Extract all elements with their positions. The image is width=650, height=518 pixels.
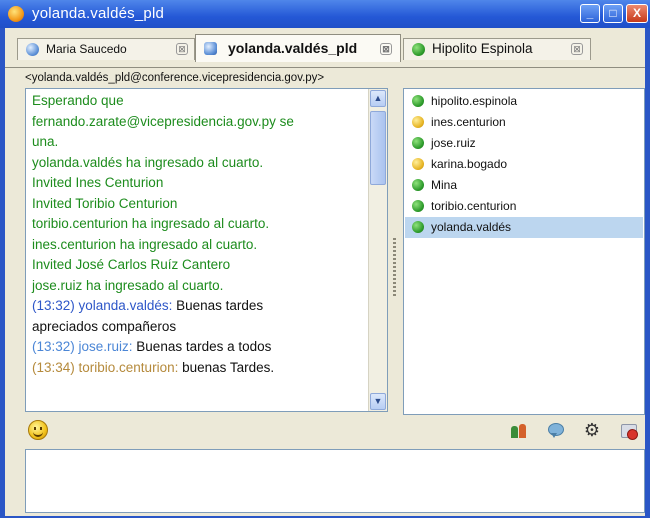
gear-icon[interactable]: ⚙ xyxy=(583,421,601,439)
occupant-item[interactable]: karina.bogado xyxy=(405,154,643,175)
status-online-icon xyxy=(412,137,424,149)
occupant-name: ines.centurion xyxy=(431,115,506,129)
chat-bubble-icon[interactable] xyxy=(547,421,565,439)
occupant-name: jose.ruiz xyxy=(431,136,476,150)
chat-line: Invited José Carlos Ruíz Cantero xyxy=(32,257,231,272)
chat-window: yolanda.valdés_pld _ □ X Maria Saucedo ⊠… xyxy=(0,0,650,518)
message-text: Buenas tardes xyxy=(172,298,264,313)
close-tab-icon[interactable]: ⊠ xyxy=(380,43,392,55)
status-away-icon xyxy=(412,158,424,170)
occupant-item[interactable]: hipolito.espinola xyxy=(405,91,643,112)
occupant-item[interactable]: yolanda.valdés xyxy=(405,217,643,238)
chat-line: ines.centurion ha ingresado al cuarto. xyxy=(32,236,258,252)
room-icon xyxy=(204,42,217,55)
occupant-item[interactable]: Mina xyxy=(405,175,643,196)
message-text: buenas Tardes. xyxy=(178,359,275,375)
chat-line: Invited Toribio Centurion xyxy=(32,195,178,211)
close-tab-icon[interactable]: ⊠ xyxy=(176,43,188,55)
chat-scrollbar[interactable]: ▲ ▼ xyxy=(368,89,387,411)
close-tab-icon[interactable]: ⊠ xyxy=(571,43,583,55)
chat-line: (13:32) yolanda.valdés: Buenas tardes xyxy=(32,296,362,317)
tab-label: Hipolito Espinola xyxy=(432,41,533,56)
message-sender: (13:32) yolanda.valdés: xyxy=(32,298,173,313)
status-online-icon xyxy=(412,200,424,212)
chat-line: (13:34) toribio.centurion: buenas Tardes… xyxy=(32,358,362,379)
chat-lines: Esperando que fernando.zarate@vicepreside… xyxy=(32,91,362,378)
client-area: Maria Saucedo ⊠ yolanda.valdés_pld ⊠ Hip… xyxy=(5,28,645,516)
invite-users-icon[interactable] xyxy=(510,421,528,439)
status-away-icon xyxy=(412,116,424,128)
occupant-name: toribio.centurion xyxy=(431,199,517,213)
leave-room-icon[interactable] xyxy=(620,421,638,440)
app-logo-icon xyxy=(8,6,24,22)
chat-line: (13:32) jose.ruiz: Buenas tardes a todos xyxy=(32,337,362,358)
occupant-item[interactable]: toribio.centurion xyxy=(405,196,643,217)
scroll-thumb[interactable] xyxy=(370,111,386,185)
chat-line: fernando.zarate@vicepresidencia.gov.py s… xyxy=(32,113,294,129)
chat-line: apreciados compañeros xyxy=(32,318,177,334)
occupant-name: hipolito.espinola xyxy=(431,94,518,108)
message-text: Buenas tardes a todos xyxy=(132,339,272,354)
occupant-name: Mina xyxy=(431,178,458,192)
occupant-item[interactable]: jose.ruiz xyxy=(405,133,643,154)
message-input[interactable] xyxy=(25,449,645,513)
status-online-icon xyxy=(412,221,424,233)
chat-line: jose.ruiz ha ingresado al cuarto. xyxy=(32,277,224,293)
occupant-name: yolanda.valdés xyxy=(431,220,512,234)
tab-maria-saucedo[interactable]: Maria Saucedo ⊠ xyxy=(17,38,195,60)
tab-bar: Maria Saucedo ⊠ yolanda.valdés_pld ⊠ Hip… xyxy=(5,34,645,68)
chat-toolbar: ⚙ xyxy=(25,417,645,445)
chat-line: una. xyxy=(32,134,59,149)
tab-divider xyxy=(5,67,645,68)
tab-label: yolanda.valdés_pld xyxy=(228,40,358,56)
title-bar[interactable]: yolanda.valdés_pld _ □ X xyxy=(0,0,650,28)
scroll-up-button[interactable]: ▲ xyxy=(370,90,386,107)
occupant-name: karina.bogado xyxy=(431,157,508,171)
chat-line: Esperando que xyxy=(32,93,124,108)
chat-line: toribio.centurion ha ingresado al cuarto… xyxy=(32,216,270,231)
occupant-list: hipolito.espinola ines.centurion jose.ruiz… xyxy=(403,88,645,415)
message-sender: (13:34) toribio.centurion: xyxy=(32,359,179,375)
room-address: <yolanda.valdés_pld@conference.vicepresi… xyxy=(25,72,325,84)
close-window-button[interactable]: X xyxy=(626,4,648,23)
smiley-icon[interactable] xyxy=(28,420,48,440)
maximize-button[interactable]: □ xyxy=(603,4,623,23)
chat-line: yolanda.valdés ha ingresado al cuarto. xyxy=(32,154,264,170)
chat-log[interactable]: Esperando que fernando.zarate@vicepreside… xyxy=(25,88,388,412)
tab-label: Maria Saucedo xyxy=(46,42,127,56)
status-online-icon xyxy=(412,95,424,107)
pane-splitter[interactable] xyxy=(393,238,396,298)
status-online-icon xyxy=(412,179,424,191)
scroll-down-button[interactable]: ▼ xyxy=(370,393,386,410)
tab-hipolito-espinola[interactable]: Hipolito Espinola ⊠ xyxy=(403,38,591,60)
window-title: yolanda.valdés_pld xyxy=(32,5,165,22)
occupant-item[interactable]: ines.centurion xyxy=(405,112,643,133)
minimize-button[interactable]: _ xyxy=(580,4,600,23)
info-icon xyxy=(26,43,39,56)
tab-yolanda-valdes-pld[interactable]: yolanda.valdés_pld ⊠ xyxy=(195,34,401,62)
message-sender: (13:32) jose.ruiz: xyxy=(32,339,133,354)
status-online-icon xyxy=(412,43,425,56)
chat-line: Invited Ines Centurion xyxy=(32,175,164,190)
